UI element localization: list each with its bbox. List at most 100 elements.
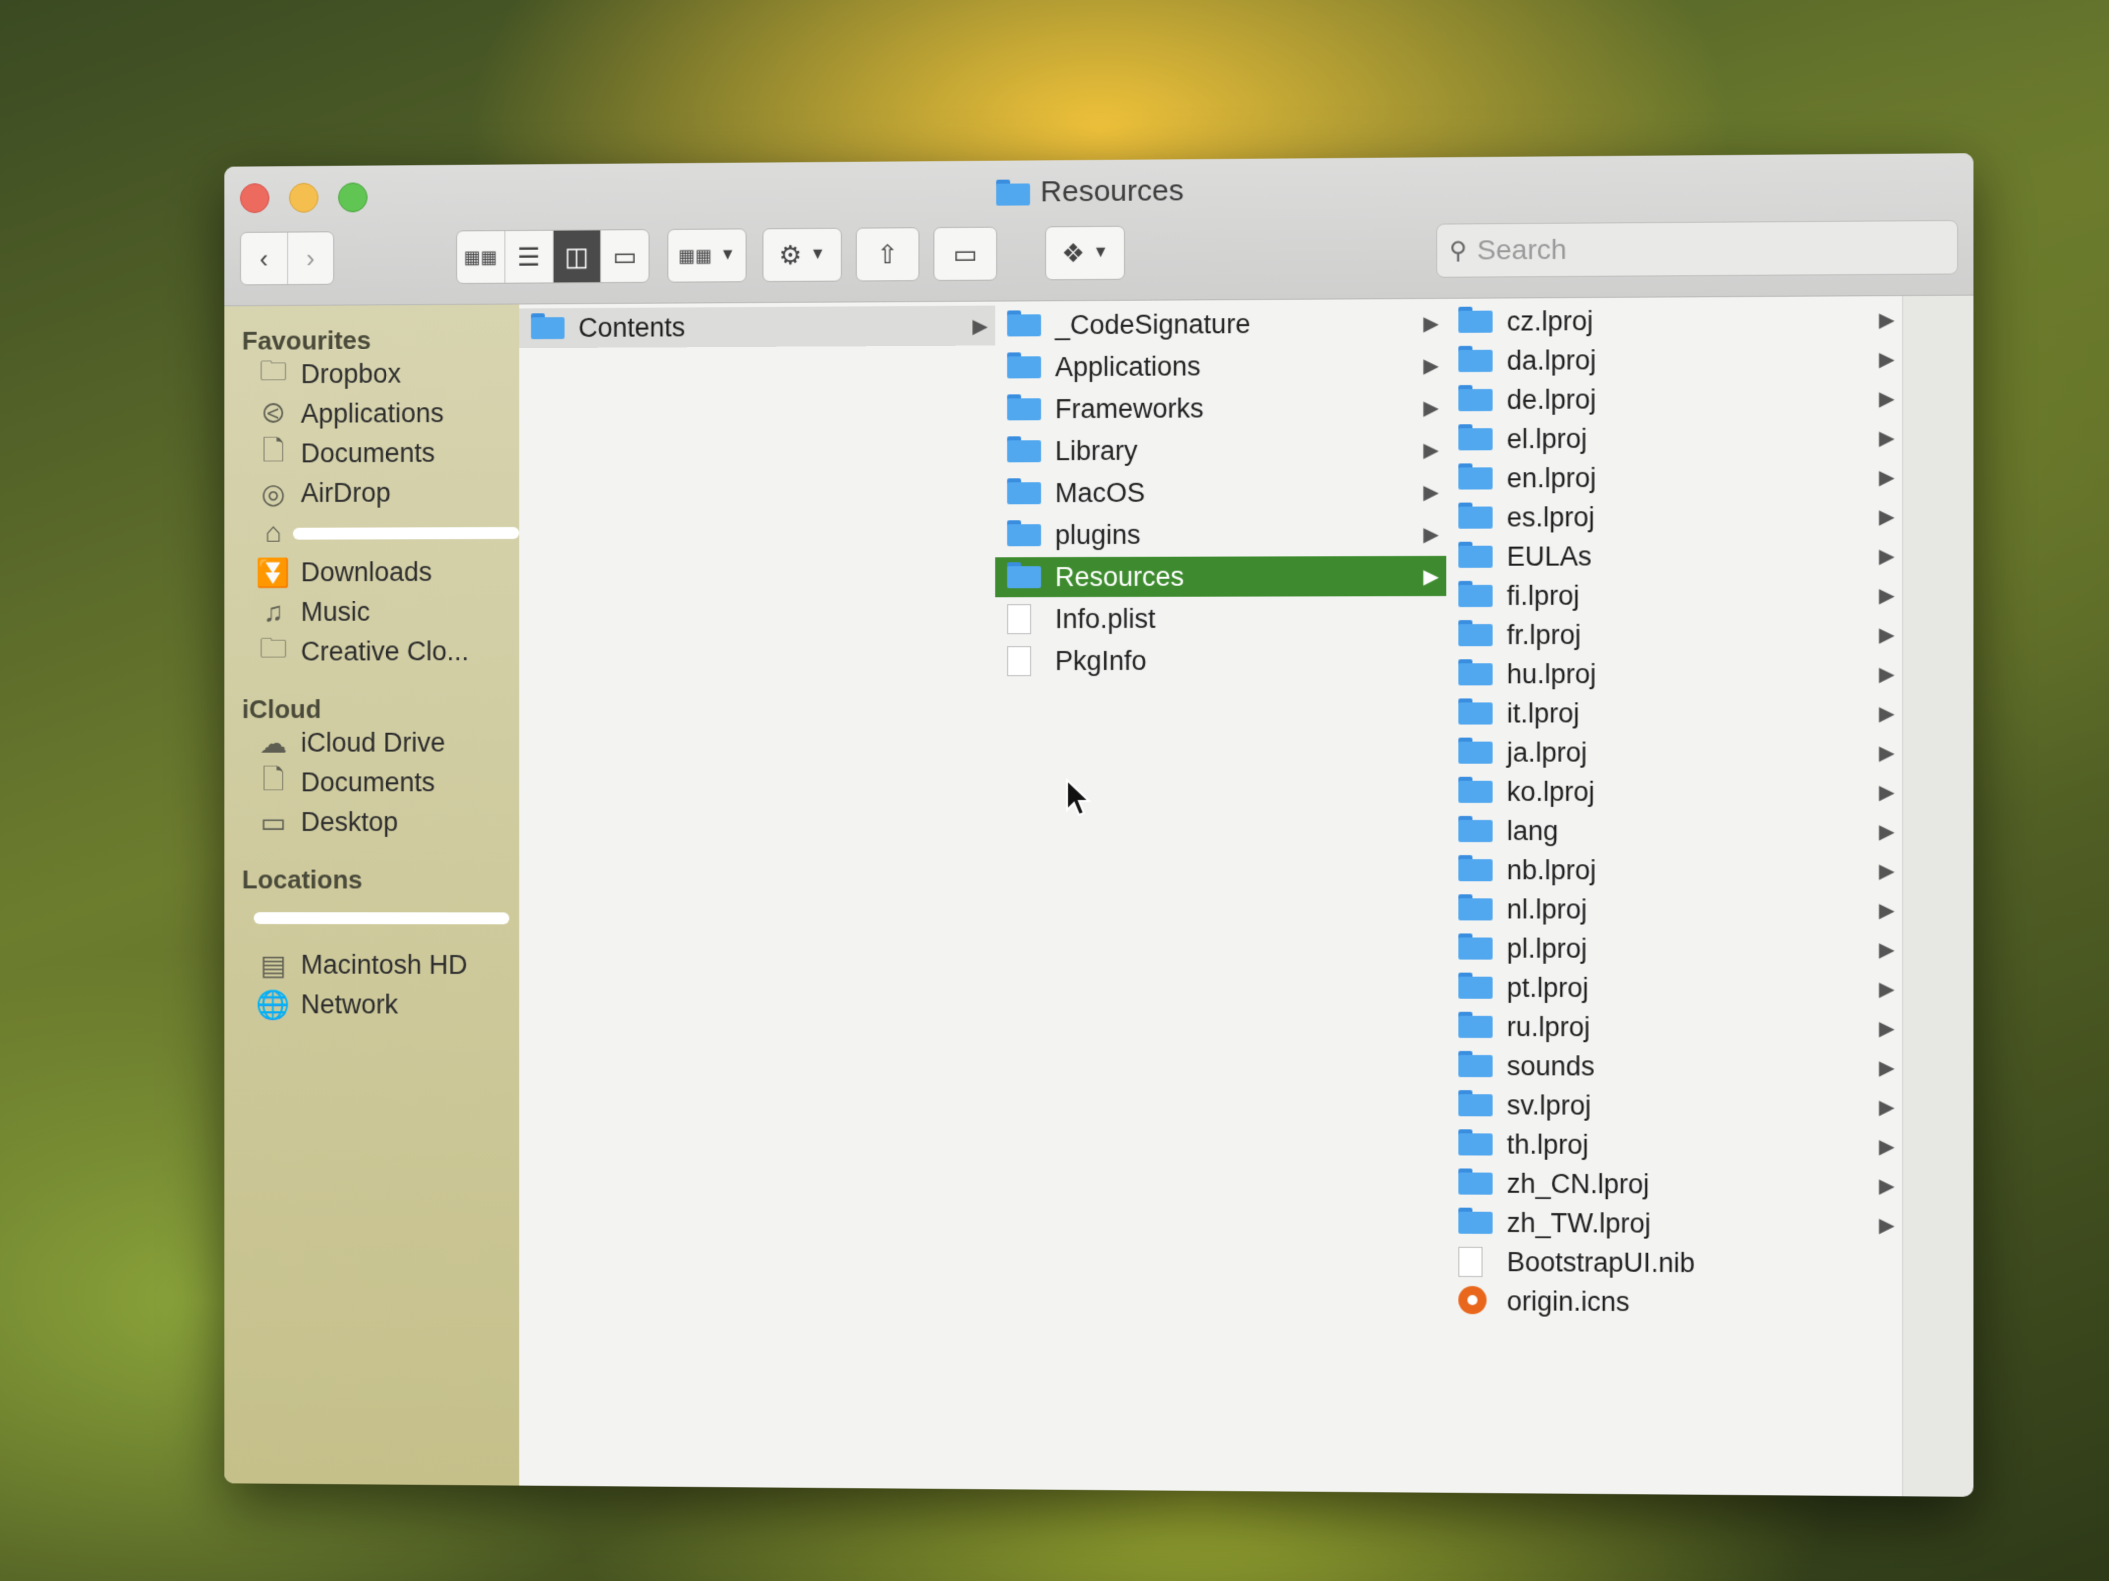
list-icon: ☰ <box>517 241 541 272</box>
disclosure-arrow-icon: ▶ <box>1879 938 1895 961</box>
column-row-fr-lproj[interactable]: fr.lproj ▶ <box>1446 615 1902 654</box>
column-row-frameworks[interactable]: Frameworks ▶ <box>995 387 1446 429</box>
share-button[interactable]: ⇧ <box>855 227 920 282</box>
disclosure-arrow-icon: ▶ <box>1879 1017 1895 1040</box>
folder-icon <box>1458 1012 1492 1038</box>
tags-button[interactable]: ▭ <box>933 226 998 281</box>
folder-icon: 🗀 <box>259 632 288 664</box>
column-row-library[interactable]: Library ▶ <box>995 429 1446 471</box>
column-row-fi-lproj[interactable]: fi.lproj ▶ <box>1446 576 1902 615</box>
column-row-es-lproj[interactable]: es.lproj ▶ <box>1446 497 1902 537</box>
column-row-nl-lproj[interactable]: nl.lproj ▶ <box>1446 890 1902 929</box>
column-1: Contents ▶ <box>519 301 997 1490</box>
column-row-zh-cn-lproj[interactable]: zh_CN.lproj ▶ <box>1446 1164 1902 1204</box>
disclosure-arrow-icon: ▶ <box>1879 426 1895 450</box>
cloud-icon: ☁ <box>259 727 288 759</box>
folder-icon <box>1007 478 1041 504</box>
applications-icon: ⧀ <box>262 397 285 429</box>
column-row-ko-lproj[interactable]: ko.lproj ▶ <box>1446 773 1902 811</box>
back-button[interactable]: ‹ <box>240 232 288 285</box>
group-by-button[interactable]: ▦▦ ▼ <box>667 228 747 283</box>
column-row-eulas[interactable]: EULAs ▶ <box>1446 536 1902 576</box>
column-row-bootstrapui-nib[interactable]: BootstrapUI.nib <box>1446 1243 1902 1284</box>
column-row-lang[interactable]: lang ▶ <box>1446 812 1902 850</box>
column-row-codesignature[interactable]: _CodeSignature ▶ <box>995 303 1446 346</box>
folder-icon <box>1458 542 1492 568</box>
folder-icon <box>1007 310 1041 336</box>
column-row-ja-lproj[interactable]: ja.lproj ▶ <box>1446 733 1902 772</box>
column-row-origin-icns[interactable]: origin.icns <box>1446 1282 1902 1323</box>
folder-icon <box>531 313 565 339</box>
sidebar-item-network[interactable]: 🌐 Network <box>254 987 398 1021</box>
column-row-da-lproj[interactable]: da.lproj ▶ <box>1446 339 1902 380</box>
sidebar-item-documents[interactable]: 🗋 Documents <box>254 434 435 470</box>
search-icon: ⚲ <box>1449 236 1467 265</box>
column-row-de-lproj[interactable]: de.lproj ▶ <box>1446 379 1902 420</box>
title-bar: Resources ‹ › ▦▦ ☰ ◫ ▭ ▦▦ ▼ ⚙ ▼ ⇧ ▭ ❖ ▼ ⚲ <box>224 153 1974 307</box>
folder-icon <box>1458 738 1492 764</box>
sidebar-item-airdrop[interactable]: ◎ AirDrop <box>254 476 390 510</box>
chevron-right-icon: › <box>306 242 315 273</box>
folder-icon <box>1458 855 1492 881</box>
disclosure-arrow-icon: ▶ <box>1879 348 1895 371</box>
sidebar-item-downloads[interactable]: ⏬ Downloads <box>254 555 432 589</box>
search-input[interactable] <box>1475 230 1926 268</box>
column-row-info-plist[interactable]: Info.plist <box>995 598 1446 639</box>
icon-view-button[interactable]: ▦▦ <box>457 231 506 284</box>
column-row-pl-lproj[interactable]: pl.lproj ▶ <box>1446 929 1902 968</box>
column-row-nb-lproj[interactable]: nb.lproj ▶ <box>1446 851 1902 889</box>
folder-icon <box>1007 394 1041 420</box>
documents-icon: 🗋 <box>262 434 285 466</box>
icloud-heading: iCloud <box>241 694 322 725</box>
column-row-plugins[interactable]: plugins ▶ <box>995 514 1446 556</box>
column-row-contents[interactable]: Contents ▶ <box>519 305 996 349</box>
disclosure-arrow-icon: ▶ <box>1423 396 1439 419</box>
column-row-resources[interactable]: Resources ▶ <box>995 555 1447 598</box>
downloads-icon: ⏬ <box>256 557 291 588</box>
nav-buttons: ‹ › <box>240 231 335 286</box>
disclosure-arrow-icon: ▶ <box>1423 438 1439 462</box>
disclosure-arrow-icon: ▶ <box>1879 1174 1895 1197</box>
column-row-sv-lproj[interactable]: sv.lproj ▶ <box>1446 1086 1902 1126</box>
disclosure-arrow-icon: ▶ <box>1423 481 1439 504</box>
sidebar-item-creative-cloud[interactable]: 🗀 Creative Clo... <box>254 632 469 668</box>
column-row-it-lproj[interactable]: it.lproj ▶ <box>1446 694 1902 733</box>
folder-icon <box>1458 424 1492 450</box>
harddisk-icon: ▤ <box>260 949 287 981</box>
desktop-icon: ▭ <box>260 806 287 838</box>
action-button[interactable]: ⚙ ▼ <box>762 227 842 283</box>
column-row-ru-lproj[interactable]: ru.lproj ▶ <box>1446 1008 1902 1047</box>
redaction-scribble <box>253 912 510 925</box>
column-row-th-lproj[interactable]: th.lproj ▶ <box>1446 1125 1902 1165</box>
network-icon: 🌐 <box>256 988 291 1020</box>
column-row-applications[interactable]: Applications ▶ <box>995 345 1446 387</box>
documents-icon: 🗋 <box>262 763 285 795</box>
sidebar-item-macintosh-hd[interactable]: ▤ Macintosh HD <box>254 948 467 982</box>
disclosure-arrow-icon: ▶ <box>1879 820 1895 843</box>
disclosure-arrow-icon: ▶ <box>1879 781 1895 804</box>
sidebar-item-icloud-drive[interactable]: ☁ iCloud Drive <box>254 726 446 760</box>
column-row-hu-lproj[interactable]: hu.lproj ▶ <box>1446 654 1902 693</box>
sidebar-item-music[interactable]: ♫ Music <box>254 595 370 629</box>
column-row-en-lproj[interactable]: en.lproj ▶ <box>1446 458 1902 498</box>
column-row-el-lproj[interactable]: el.lproj ▶ <box>1446 418 1902 458</box>
column-row-pt-lproj[interactable]: pt.lproj ▶ <box>1446 969 1902 1008</box>
list-view-button[interactable]: ☰ <box>505 230 554 283</box>
sidebar-item-applications[interactable]: ⧀ Applications <box>254 396 444 431</box>
column-view-button[interactable]: ◫ <box>553 230 602 283</box>
column-row-pkginfo[interactable]: PkgInfo <box>995 640 1446 681</box>
forward-button[interactable]: › <box>288 232 334 284</box>
column-row-macos[interactable]: MacOS ▶ <box>995 472 1446 514</box>
column-row-zh-tw-lproj[interactable]: zh_TW.lproj ▶ <box>1446 1204 1902 1244</box>
column-row-cz-lproj[interactable]: cz.lproj ▶ <box>1446 300 1902 341</box>
column-row-sounds[interactable]: sounds ▶ <box>1446 1047 1902 1087</box>
gallery-view-button[interactable]: ▭ <box>601 230 648 282</box>
sidebar-item-icloud-documents[interactable]: 🗋 Documents <box>254 763 435 799</box>
dropbox-button[interactable]: ❖ ▼ <box>1045 225 1125 281</box>
folder-icon <box>1458 581 1492 607</box>
search-field[interactable]: ⚲ <box>1436 219 1959 278</box>
gallery-icon: ▭ <box>612 240 638 271</box>
sidebar-item-desktop[interactable]: ▭ Desktop <box>254 805 398 839</box>
document-icon <box>1007 646 1032 677</box>
sidebar-item-dropbox[interactable]: 🗀 Dropbox <box>254 355 401 391</box>
